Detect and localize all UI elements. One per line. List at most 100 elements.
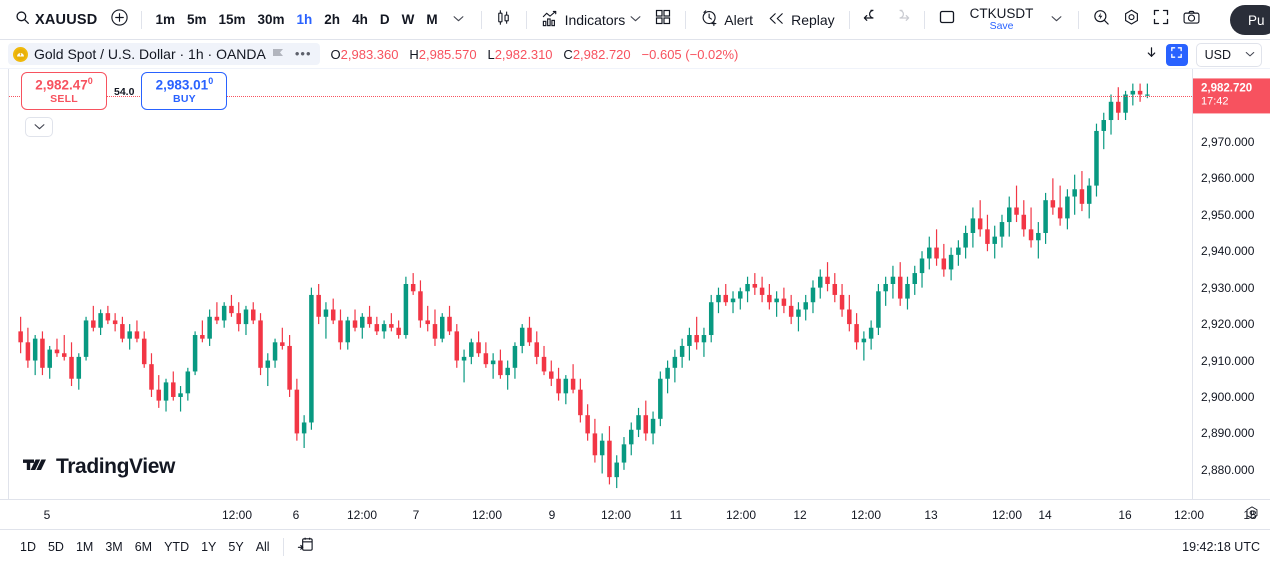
goto-date-icon bbox=[297, 536, 314, 558]
replay-button[interactable]: Replay bbox=[760, 5, 842, 35]
left-toolbar-rail bbox=[0, 69, 9, 499]
range-1D[interactable]: 1D bbox=[14, 537, 42, 557]
candlestick-icon bbox=[494, 8, 513, 32]
ohlc-low-label: L bbox=[487, 46, 495, 62]
chart-header-controls: USD bbox=[1141, 40, 1262, 69]
time-tick: 12:00 bbox=[850, 508, 882, 522]
redo-button[interactable] bbox=[887, 5, 917, 35]
time-axis[interactable]: 5 12:00 6 12:00 7 12:00 9 12:00 11 12:00 12 12:00 13… bbox=[0, 499, 1270, 529]
time-tick: 5 bbox=[43, 508, 51, 522]
time-tick: 13 bbox=[924, 508, 938, 522]
sell-price: 2,982.470 bbox=[35, 76, 93, 93]
layout-menu-button[interactable] bbox=[1041, 5, 1071, 35]
range-All[interactable]: All bbox=[250, 537, 276, 557]
quick-search-button[interactable] bbox=[1086, 5, 1116, 35]
range-3M[interactable]: 3M bbox=[99, 537, 128, 557]
price-tick: 2,890.000 bbox=[1201, 426, 1255, 441]
replay-label: Replay bbox=[791, 11, 835, 28]
timeframe-5m[interactable]: 5m bbox=[181, 6, 213, 34]
range-6M[interactable]: 6M bbox=[129, 537, 158, 557]
ohlc-open-value: 2,983.360 bbox=[340, 46, 399, 62]
fit-screen-button[interactable] bbox=[1165, 43, 1188, 66]
tradingview-watermark: TradingView bbox=[23, 455, 175, 479]
main-toolbar: XAUUSD 1m 5m 15m 30m 1h 2h 4h D W M Indi… bbox=[0, 0, 1270, 40]
toolbar-divider-4 bbox=[685, 10, 687, 29]
timeframe-4h[interactable]: 4h bbox=[346, 6, 374, 34]
sell-button[interactable]: 2,982.470 SELL bbox=[21, 72, 107, 110]
price-tick: 2,930.000 bbox=[1201, 280, 1255, 295]
trade-panel-expand-button[interactable] bbox=[25, 117, 53, 137]
fullscreen-button[interactable] bbox=[1146, 5, 1176, 35]
goto-date-button[interactable] bbox=[291, 532, 321, 562]
time-tick: 7 bbox=[412, 508, 420, 522]
toolbar-divider-7 bbox=[1078, 10, 1080, 29]
square-icon bbox=[938, 8, 956, 31]
ohlc-high-label: H bbox=[409, 46, 419, 62]
price-axis[interactable]: 2,970.000 2,960.000 2,950.000 2,940.000 2,93… bbox=[1192, 69, 1270, 499]
add-symbol-button[interactable] bbox=[104, 5, 134, 35]
ohlc-open-label: O bbox=[330, 46, 341, 62]
timeframe-1h[interactable]: 1h bbox=[291, 6, 319, 34]
layout-select-button[interactable] bbox=[932, 5, 962, 35]
timeframe-more-button[interactable] bbox=[444, 5, 474, 35]
chevron-down-icon bbox=[1245, 49, 1255, 60]
download-button[interactable] bbox=[1141, 44, 1163, 66]
undo-button[interactable] bbox=[857, 5, 887, 35]
layout-grid-button[interactable] bbox=[648, 5, 678, 35]
timeframe-W[interactable]: W bbox=[396, 6, 421, 34]
sell-price-value: 2,982.47 bbox=[35, 77, 88, 93]
time-tick: 6 bbox=[292, 508, 300, 522]
camera-icon bbox=[1182, 8, 1201, 32]
chevron-down-icon bbox=[453, 14, 464, 25]
time-tick: 12:00 bbox=[471, 508, 503, 522]
symbol-search-button[interactable]: XAUUSD bbox=[8, 5, 104, 35]
timeframe-1m[interactable]: 1m bbox=[149, 6, 181, 34]
snapshot-button[interactable] bbox=[1176, 5, 1206, 35]
timeframe-2h[interactable]: 2h bbox=[318, 6, 346, 34]
symbol-legend-chip[interactable]: Gold Spot / U.S. Dollar · 1h · OANDA ••• bbox=[8, 43, 320, 65]
redo-arrow-icon bbox=[892, 8, 911, 32]
toolbar-divider-1 bbox=[141, 10, 143, 29]
flag-icon bbox=[272, 47, 285, 62]
trade-panel: 2,982.470 SELL 54.0 2,983.010 BUY bbox=[21, 72, 228, 110]
range-YTD[interactable]: YTD bbox=[158, 537, 195, 557]
chevron-down-icon bbox=[630, 14, 641, 25]
timeframe-D[interactable]: D bbox=[374, 6, 396, 34]
candlestick-chart-pane[interactable]: 2,982.470 SELL 54.0 2,983.010 BUY Tradin… bbox=[9, 69, 1192, 499]
alert-button[interactable]: Alert bbox=[693, 5, 760, 35]
timeframe-15m[interactable]: 15m bbox=[212, 6, 251, 34]
save-label: Save bbox=[989, 20, 1014, 33]
range-5Y[interactable]: 5Y bbox=[222, 537, 249, 557]
buy-button[interactable]: 2,983.010 BUY bbox=[141, 72, 228, 110]
indicators-button[interactable]: Indicators bbox=[534, 5, 649, 35]
sell-price-decimal: 0 bbox=[87, 76, 93, 87]
range-5D[interactable]: 5D bbox=[42, 537, 70, 557]
time-tick: 14 bbox=[1038, 508, 1052, 522]
current-price-value: 2,982.720 bbox=[1201, 81, 1253, 94]
currency-select[interactable]: USD bbox=[1195, 42, 1262, 67]
ohlc-change-value: −0.605 (−0.02%) bbox=[641, 46, 739, 62]
timeframe-M[interactable]: M bbox=[420, 6, 443, 34]
timeframe-30m[interactable]: 30m bbox=[252, 6, 291, 34]
chart-type-button[interactable] bbox=[489, 5, 519, 35]
price-tick: 2,910.000 bbox=[1201, 353, 1255, 368]
range-1Y[interactable]: 1Y bbox=[195, 537, 222, 557]
gear-hex-icon bbox=[1122, 8, 1141, 32]
save-layout-button[interactable]: CTKUSDT Save bbox=[962, 3, 1042, 37]
symbol-title: Gold Spot / U.S. Dollar · 1h · OANDA bbox=[34, 46, 266, 62]
price-tick: 2,960.000 bbox=[1201, 171, 1255, 186]
grid-layout-icon bbox=[654, 8, 672, 31]
more-dots-icon[interactable]: ••• bbox=[291, 47, 316, 60]
settings-button[interactable] bbox=[1116, 5, 1146, 35]
ohlc-high-value: 2,985.570 bbox=[418, 46, 477, 62]
time-tick: 18 bbox=[1243, 508, 1257, 522]
price-tick: 2,920.000 bbox=[1201, 317, 1255, 332]
time-tick: 16 bbox=[1118, 508, 1132, 522]
range-1M[interactable]: 1M bbox=[70, 537, 99, 557]
ohlc-close-value: 2,982.720 bbox=[572, 46, 631, 62]
tradingview-logo-icon bbox=[23, 455, 49, 479]
publish-button[interactable]: Pu bbox=[1230, 5, 1270, 35]
sell-label: SELL bbox=[50, 93, 78, 106]
price-tick: 2,940.000 bbox=[1201, 244, 1255, 259]
layout-name-label: CTKUSDT bbox=[969, 5, 1034, 21]
